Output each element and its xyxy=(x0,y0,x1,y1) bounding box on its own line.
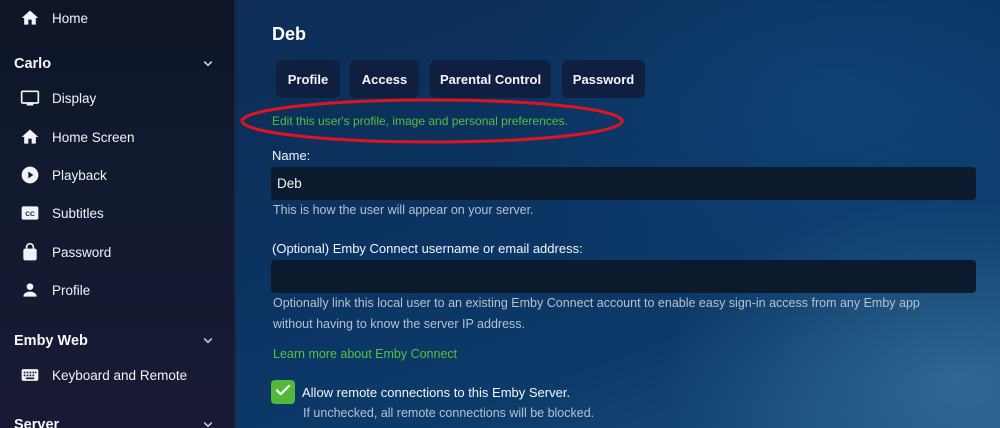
sidebar-item-label: Password xyxy=(52,244,112,260)
name-input[interactable]: Deb xyxy=(271,167,976,200)
sidebar-item-profile[interactable]: Profile xyxy=(0,273,235,307)
sidebar-section-emby-web[interactable]: Emby Web xyxy=(0,326,235,356)
allow-remote-checkbox[interactable] xyxy=(271,380,295,404)
sidebar-item-label: Profile xyxy=(52,282,91,298)
sidebar: Home Carlo Display Home Screen Playback … xyxy=(0,0,235,428)
section-title: Server xyxy=(14,417,60,428)
section-title: Carlo xyxy=(14,56,52,72)
learn-more-link[interactable]: Learn more about Emby Connect xyxy=(273,347,457,361)
sidebar-item-subtitles[interactable]: CC Subtitles xyxy=(0,196,235,230)
sidebar-item-label: Keyboard and Remote xyxy=(52,367,188,383)
chevron-down-icon xyxy=(200,56,216,72)
lock-icon xyxy=(20,242,40,262)
allow-remote-help: If unchecked, all remote connections wil… xyxy=(303,406,595,420)
section-title: Emby Web xyxy=(14,333,88,349)
closed-captions-icon: CC xyxy=(20,203,40,223)
sidebar-item-label: Home Screen xyxy=(52,129,135,145)
emby-connect-input[interactable] xyxy=(271,260,976,293)
play-circle-icon xyxy=(20,165,40,185)
allow-remote-label[interactable]: Allow remote connections to this Emby Se… xyxy=(302,385,570,400)
keyboard-icon xyxy=(20,365,40,385)
tab-profile[interactable]: Profile xyxy=(276,60,340,98)
sidebar-item-label: Playback xyxy=(52,167,107,183)
name-help-text: This is how the user will appear on your… xyxy=(273,203,534,217)
page-description: Edit this user's profile, image and pers… xyxy=(272,114,568,128)
sidebar-section-carlo[interactable]: Carlo xyxy=(0,49,235,79)
sidebar-item-home[interactable]: Home xyxy=(0,1,235,35)
page-title: Deb xyxy=(272,24,307,44)
tab-parental-control[interactable]: Parental Control xyxy=(430,60,551,98)
chevron-down-icon xyxy=(200,417,216,428)
home-icon xyxy=(20,8,40,28)
sidebar-item-playback[interactable]: Playback xyxy=(0,158,235,192)
sidebar-item-label: Subtitles xyxy=(52,205,104,221)
sidebar-item-home-screen[interactable]: Home Screen xyxy=(0,120,235,154)
sidebar-item-label: Home xyxy=(52,10,89,26)
home-icon xyxy=(20,127,40,147)
name-label: Name: xyxy=(272,148,311,163)
monitor-icon xyxy=(20,88,40,108)
emby-connect-label: (Optional) Emby Connect username or emai… xyxy=(272,241,583,256)
checkmark-icon xyxy=(274,381,292,404)
sidebar-item-label: Display xyxy=(52,90,97,106)
emby-connect-help-line1: Optionally link this local user to an ex… xyxy=(273,296,920,310)
emby-connect-help-line2: without having to know the server IP add… xyxy=(273,317,525,331)
sidebar-item-display[interactable]: Display xyxy=(0,81,235,115)
sidebar-item-keyboard-remote[interactable]: Keyboard and Remote xyxy=(0,358,235,392)
tab-access[interactable]: Access xyxy=(350,60,419,98)
main-content: Deb Profile Access Parental Control Pass… xyxy=(236,0,1000,428)
svg-text:CC: CC xyxy=(25,211,35,218)
person-icon xyxy=(20,280,40,300)
tab-password[interactable]: Password xyxy=(562,60,645,98)
sidebar-item-password[interactable]: Password xyxy=(0,235,235,269)
sidebar-section-server[interactable]: Server xyxy=(0,410,235,428)
chevron-down-icon xyxy=(200,333,216,349)
